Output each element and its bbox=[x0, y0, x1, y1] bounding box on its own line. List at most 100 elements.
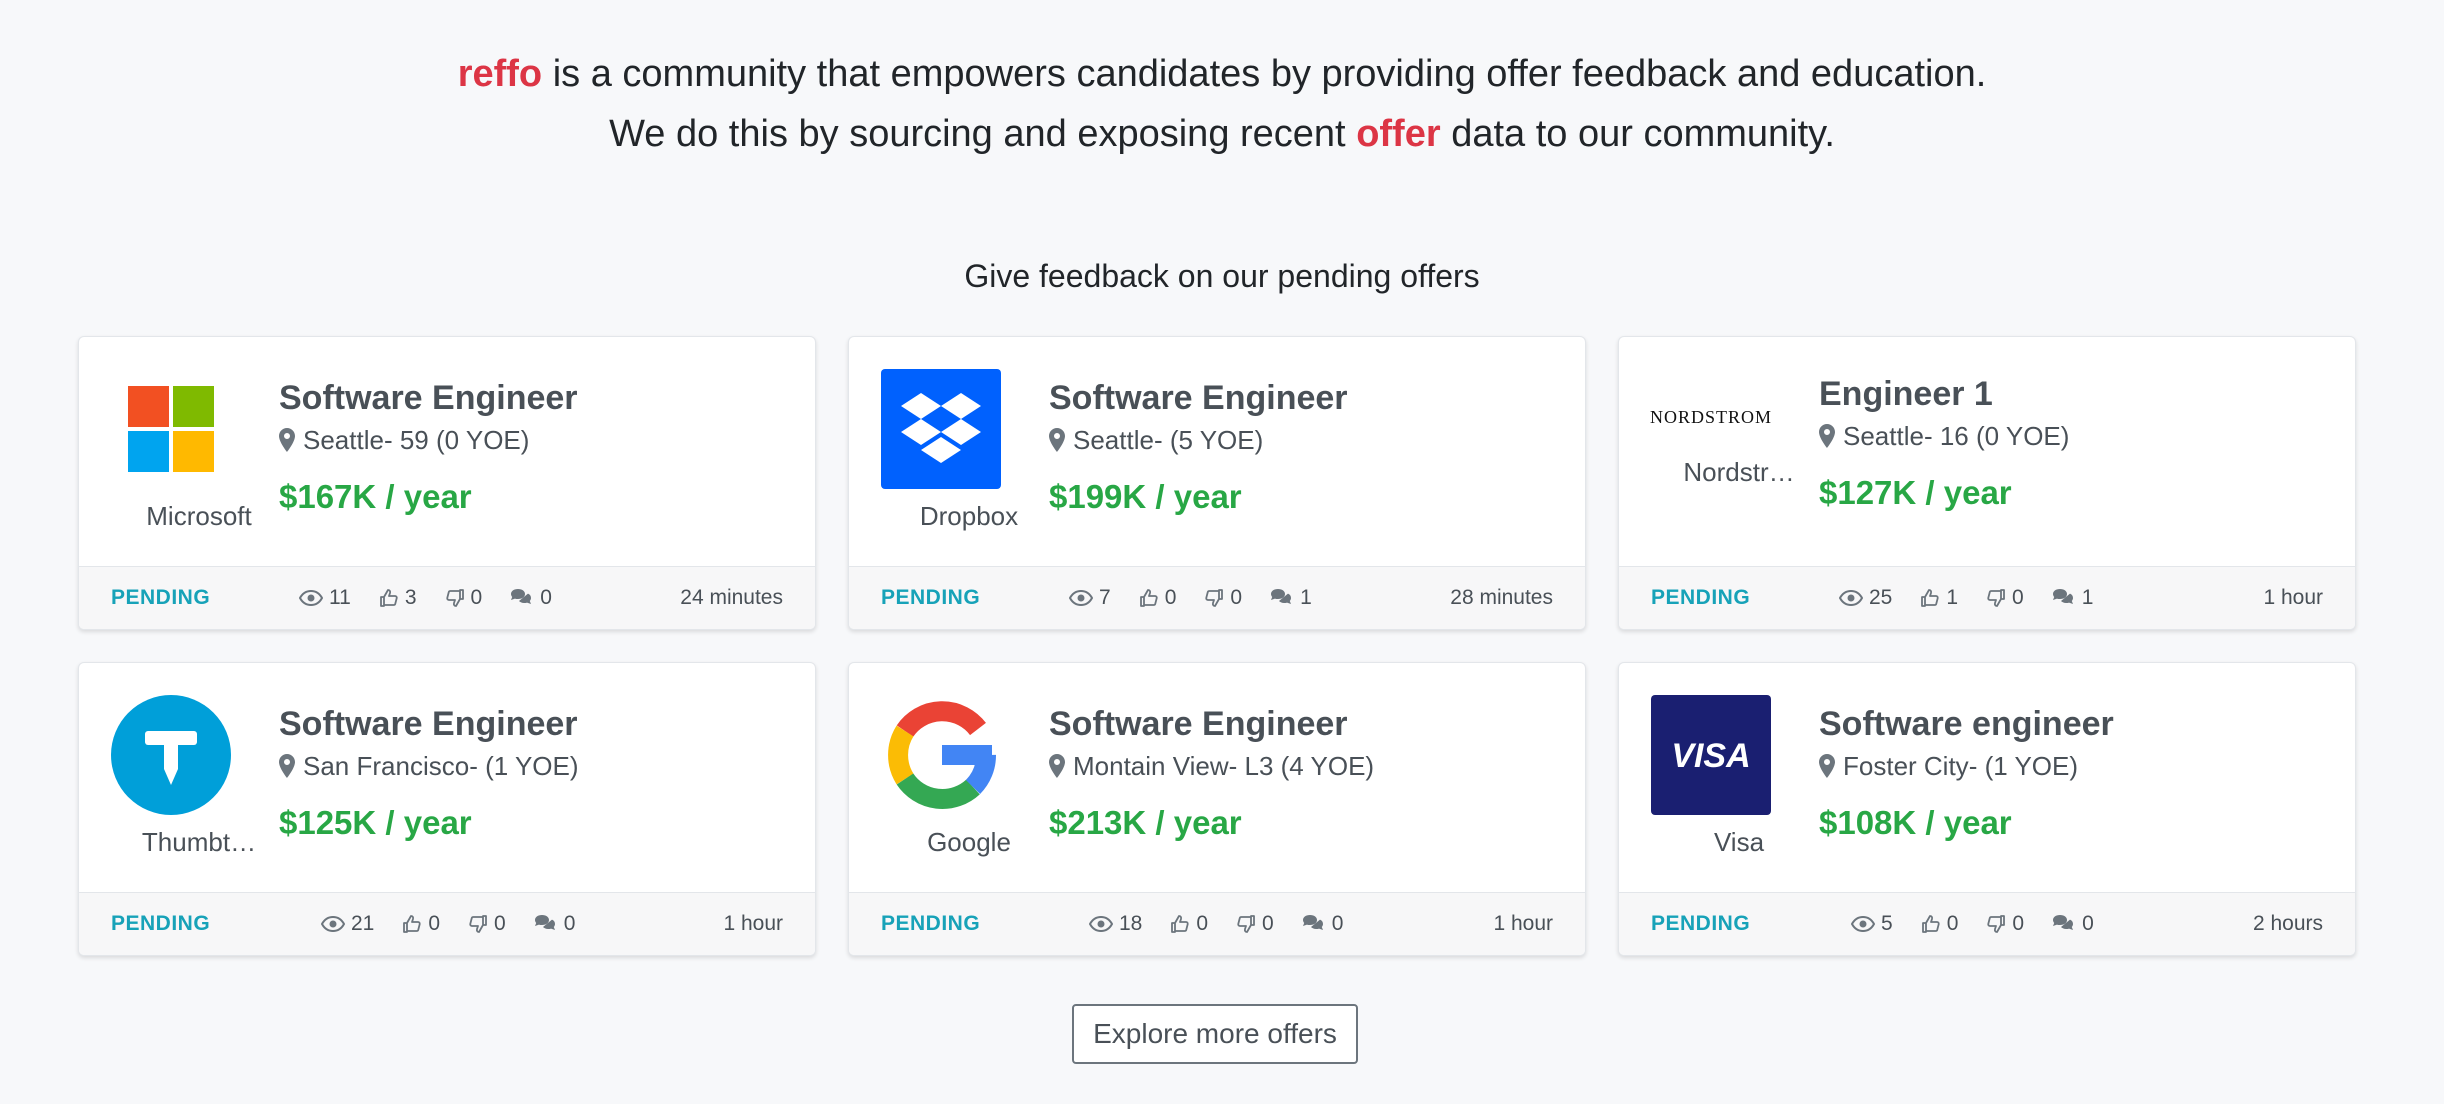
likes-count: 0 bbox=[1946, 912, 1959, 935]
comments-stat[interactable]: 0 bbox=[534, 912, 576, 936]
views-stat: 5 bbox=[1851, 912, 1893, 936]
intro-line-2: We do this by sourcing and exposing rece… bbox=[0, 104, 2444, 164]
map-marker-icon bbox=[1049, 428, 1065, 452]
location-city: Seattle bbox=[303, 425, 384, 455]
section-title: Give feedback on our pending offers bbox=[964, 258, 1480, 294]
likes-stat[interactable]: 0 bbox=[402, 912, 440, 936]
comments-count: 0 bbox=[540, 586, 552, 609]
thumbs-up-icon bbox=[1921, 589, 1940, 607]
salary: $127K / year bbox=[1819, 474, 2012, 511]
status-badge: PENDING bbox=[111, 912, 211, 935]
card-footer: PENDING 5 0 0 0 2 hours bbox=[1619, 892, 2355, 955]
salary: $125K / year bbox=[279, 804, 472, 841]
explore-more-offers-button[interactable]: Explore more offers bbox=[1072, 1004, 1358, 1064]
posted-time: 1 hour bbox=[2263, 586, 2323, 609]
offer-info: Software Engineer Montain View - L3 (4 Y… bbox=[1049, 703, 1374, 843]
card-footer: PENDING 18 0 0 0 1 hour bbox=[849, 892, 1585, 955]
job-title[interactable]: Software Engineer bbox=[1049, 703, 1374, 745]
dislikes-stat[interactable]: 0 bbox=[445, 586, 483, 610]
views-count: 18 bbox=[1119, 912, 1143, 935]
thumbs-up-icon bbox=[379, 589, 398, 607]
offer-location: San Francisco - (1 YOE) bbox=[279, 749, 579, 783]
posted-time: 1 hour bbox=[723, 912, 783, 935]
offer-info: Software Engineer Seattle - 59 (0 YOE) $… bbox=[279, 377, 578, 517]
job-title[interactable]: Software Engineer bbox=[279, 703, 579, 745]
comments-stat[interactable]: 1 bbox=[2052, 586, 2094, 610]
eye-icon bbox=[1069, 590, 1093, 606]
company-name: Nordstr… bbox=[1683, 457, 1795, 487]
microsoft-logo bbox=[111, 369, 231, 489]
offer-card[interactable]: Google Software Engineer Montain View - … bbox=[848, 662, 1586, 956]
salary: $108K / year bbox=[1819, 804, 2012, 841]
map-marker-icon bbox=[1049, 754, 1065, 778]
comments-count: 1 bbox=[2081, 586, 2094, 609]
thumbs-down-icon bbox=[445, 589, 464, 607]
likes-stat[interactable]: 0 bbox=[1170, 912, 1208, 936]
dislikes-stat[interactable]: 0 bbox=[468, 912, 506, 936]
dislikes-count: 0 bbox=[470, 586, 483, 609]
location-city: Montain View bbox=[1073, 751, 1229, 781]
views-stat: 25 bbox=[1839, 586, 1892, 610]
dislikes-stat[interactable]: 0 bbox=[1986, 912, 2024, 936]
eye-icon bbox=[1839, 590, 1863, 606]
thumbs-down-icon bbox=[1987, 589, 2005, 607]
location-level: - (1 YOE) bbox=[469, 751, 579, 781]
job-title[interactable]: Engineer 1 bbox=[1819, 373, 2069, 415]
likes-count: 0 bbox=[1196, 912, 1209, 935]
offer-location: Seattle - (5 YOE) bbox=[1049, 423, 1348, 457]
offer-stats: 5 0 0 0 bbox=[1851, 912, 2122, 936]
thumbs-down-icon bbox=[469, 915, 487, 933]
likes-count: 1 bbox=[1946, 586, 1959, 609]
offer-stats: 18 0 0 0 bbox=[1089, 912, 1371, 936]
intro-text: reffo is a community that empowers candi… bbox=[0, 44, 2444, 164]
map-marker-icon bbox=[279, 428, 295, 452]
location-level: - L3 (4 YOE) bbox=[1228, 751, 1375, 781]
dislikes-stat[interactable]: 0 bbox=[1236, 912, 1274, 936]
thumbs-up-icon bbox=[403, 915, 422, 933]
map-marker-icon bbox=[279, 754, 295, 778]
salary: $213K / year bbox=[1049, 804, 1242, 841]
comments-stat[interactable]: 0 bbox=[510, 586, 552, 610]
views-count: 11 bbox=[329, 586, 351, 609]
location-level: - 16 (0 YOE) bbox=[1923, 421, 2070, 451]
job-title[interactable]: Software Engineer bbox=[1049, 377, 1348, 419]
nordstrom-wordmark: NORDSTROM bbox=[1649, 406, 1773, 427]
intro-line-2-post: data to our community. bbox=[1440, 113, 1835, 155]
offer-info: Software Engineer San Francisco - (1 YOE… bbox=[279, 703, 579, 843]
comments-stat[interactable]: 0 bbox=[1302, 912, 1343, 936]
offer-card[interactable]: Thumbt… Software Engineer San Francisco … bbox=[78, 662, 816, 956]
company-name: Microsoft bbox=[146, 501, 252, 531]
location-level: - (1 YOE) bbox=[1968, 751, 2079, 781]
offer-card[interactable]: Dropbox Software Engineer Seattle - (5 Y… bbox=[848, 336, 1586, 630]
comments-icon bbox=[1302, 915, 1323, 930]
likes-stat[interactable]: 0 bbox=[1139, 586, 1176, 610]
comments-icon bbox=[1271, 589, 1292, 604]
brand-name: reffo bbox=[457, 53, 543, 95]
status-badge: PENDING bbox=[881, 586, 981, 609]
location-level: - (5 YOE) bbox=[1153, 425, 1264, 455]
card-footer: PENDING 7 0 0 1 28 minutes bbox=[849, 566, 1585, 629]
card-footer: PENDING 11 3 0 0 24 minutes bbox=[79, 566, 815, 629]
dislikes-stat[interactable]: 0 bbox=[1204, 586, 1242, 610]
likes-stat[interactable]: 3 bbox=[379, 586, 417, 610]
offer-card[interactable]: VISA Visa Software engineer Foster City … bbox=[1618, 662, 2356, 956]
dislikes-stat[interactable]: 0 bbox=[1986, 586, 2024, 610]
likes-stat[interactable]: 1 bbox=[1920, 586, 1958, 610]
comments-stat[interactable]: 0 bbox=[2052, 912, 2094, 936]
status-badge: PENDING bbox=[1651, 912, 1751, 935]
thumbs-up-icon bbox=[1171, 915, 1190, 933]
offer-location: Seattle - 59 (0 YOE) bbox=[279, 423, 578, 457]
job-title[interactable]: Software Engineer bbox=[279, 377, 578, 419]
salary: $199K / year bbox=[1049, 478, 1242, 515]
likes-stat[interactable]: 0 bbox=[1921, 912, 1959, 936]
intro-line-1: reffo is a community that empowers candi… bbox=[0, 44, 2444, 104]
offer-card[interactable]: Microsoft Software Engineer Seattle - 59… bbox=[78, 336, 816, 630]
comments-stat[interactable]: 1 bbox=[1270, 586, 1312, 610]
offer-card[interactable]: NORDSTROM Nordstr… Engineer 1 Seattle - … bbox=[1618, 336, 2356, 630]
posted-time: 2 hours bbox=[2252, 912, 2323, 935]
comments-icon bbox=[2053, 915, 2074, 930]
comments-count: 0 bbox=[563, 912, 576, 935]
offer-location: Foster City - (1 YOE) bbox=[1819, 749, 2114, 783]
job-title[interactable]: Software engineer bbox=[1819, 703, 2114, 745]
company-name: Thumbt… bbox=[141, 827, 257, 857]
